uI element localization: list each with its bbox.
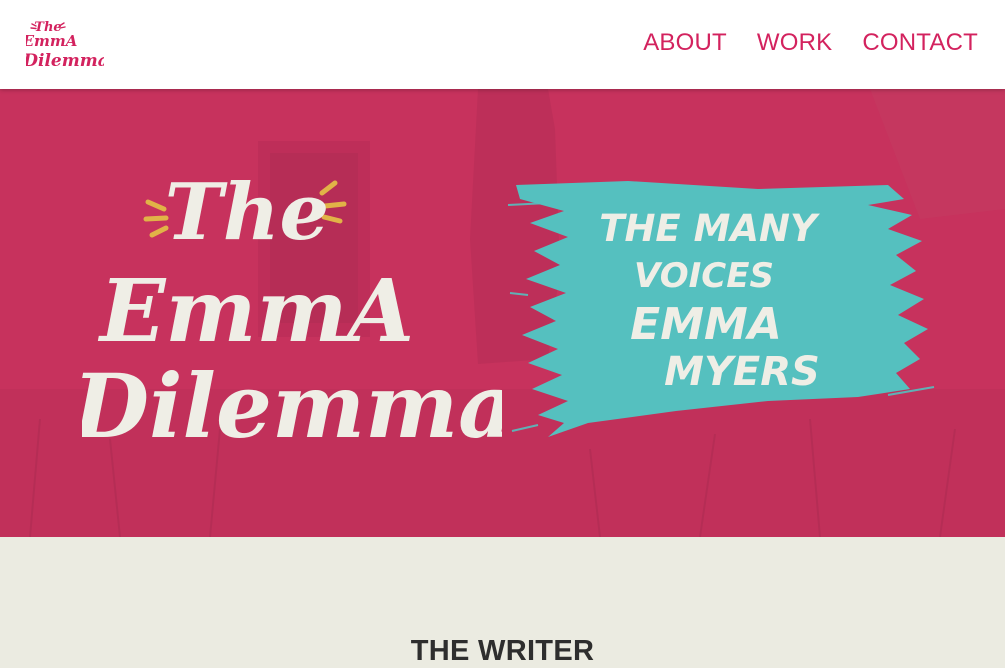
nav-link-work[interactable]: WORK (757, 28, 832, 58)
hero-title-line-1: The (165, 167, 329, 258)
logo-line-2: EmmA (26, 32, 77, 50)
nav-link-contact[interactable]: CONTACT (862, 28, 978, 58)
section-heading: THE WRITER (410, 635, 595, 667)
hero-title-line-2: EmmA (97, 261, 414, 362)
site-header: The EmmA Dilemma ABOUT WORK CONTACT (0, 0, 1005, 89)
hero-title-line-3: Dilemma (82, 354, 502, 458)
hero-tagline-art: THE MANY VOICES EMMA MYERS (508, 181, 935, 437)
nav-link-about[interactable]: ABOUT (643, 28, 727, 58)
hero-banner: The EmmA Dilemma THE MANY VOICES EMMA MY… (0, 89, 1005, 537)
writer-section: THE WRITER (0, 537, 1005, 667)
site-logo[interactable]: The EmmA Dilemma (26, 16, 104, 72)
hero-title-art: The EmmA Dilemma (82, 167, 502, 458)
main-nav: ABOUT WORK CONTACT (643, 28, 978, 58)
hero-tagline-line-2: VOICES (634, 256, 774, 296)
hero-tagline-line-1: THE MANY (599, 207, 820, 250)
hero-tagline-line-4: MYERS (664, 349, 820, 395)
logo-line-3: Dilemma (26, 51, 104, 71)
sparkle-left-icon (143, 199, 169, 238)
hero-tagline-line-3: EMMA (630, 299, 782, 350)
